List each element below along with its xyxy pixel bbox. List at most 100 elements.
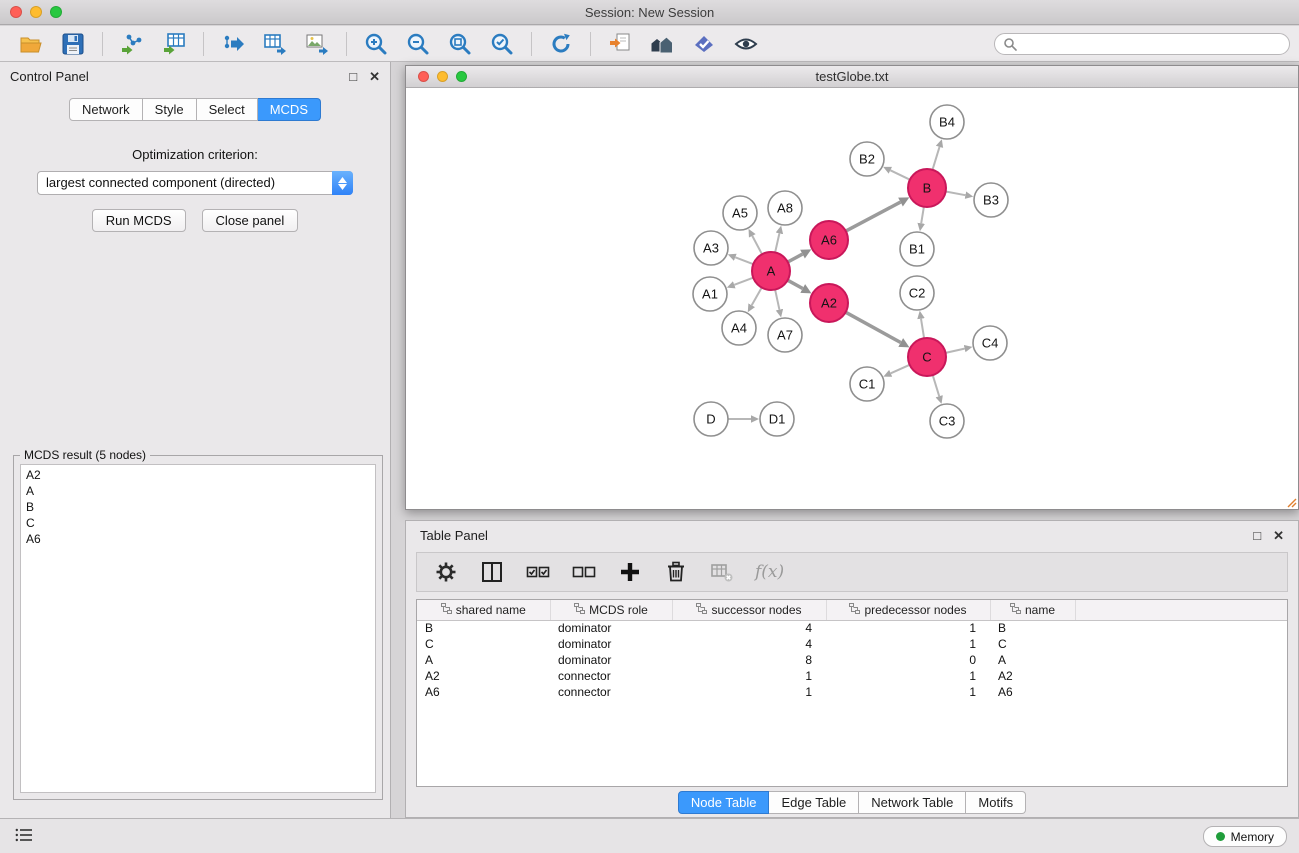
graph-edge[interactable]	[788, 254, 803, 262]
table-cell[interactable]: 1	[826, 684, 990, 700]
graph-node-C3[interactable]: C3	[930, 404, 964, 438]
open-file-button[interactable]	[16, 29, 46, 59]
table-cell[interactable]: A6	[990, 684, 1075, 700]
graph-node-A[interactable]: A	[752, 252, 790, 290]
search-field[interactable]	[994, 33, 1290, 55]
deselect-all-button[interactable]	[569, 557, 599, 587]
table-cell[interactable]: connector	[550, 684, 672, 700]
graph-node-C2[interactable]: C2	[900, 276, 934, 310]
table-tab-edge-table[interactable]: Edge Table	[769, 791, 859, 814]
zoom-selected-button[interactable]	[487, 29, 517, 59]
zoom-fit-button[interactable]	[445, 29, 475, 59]
table-cell[interactable]: A	[417, 652, 550, 668]
graph-node-A3[interactable]: A3	[694, 231, 728, 265]
table-cell[interactable]: A2	[417, 668, 550, 684]
mcds-result-item[interactable]: B	[21, 499, 375, 515]
graph-node-C[interactable]: C	[908, 338, 946, 376]
network-canvas[interactable]: B4B2BB3A8A5A6A3B1AA1C2A2A4A7C4CC1C3DD1	[406, 89, 1298, 509]
import-network-button[interactable]	[117, 29, 147, 59]
delete-table-button[interactable]	[707, 557, 737, 587]
close-panel-icon[interactable]: ✕	[369, 70, 380, 83]
graph-edge[interactable]	[921, 319, 924, 339]
table-cell[interactable]: dominator	[550, 636, 672, 652]
graph-edge[interactable]	[891, 365, 910, 374]
show-hide-button[interactable]	[731, 29, 761, 59]
table-row[interactable]: Cdominator41C	[417, 636, 1287, 652]
save-session-button[interactable]	[58, 29, 88, 59]
graph-node-D[interactable]: D	[694, 402, 728, 436]
graph-edge[interactable]	[890, 170, 910, 179]
mcds-result-list[interactable]: A2ABCA6	[20, 464, 376, 793]
graph-node-A5[interactable]: A5	[723, 196, 757, 230]
mcds-result-item[interactable]: C	[21, 515, 375, 531]
memory-button[interactable]: Memory	[1203, 826, 1287, 847]
tab-style[interactable]: Style	[143, 98, 197, 121]
graph-node-C4[interactable]: C4	[973, 326, 1007, 360]
float-table-panel-icon[interactable]: □	[1253, 529, 1261, 542]
graph-node-D1[interactable]: D1	[760, 402, 794, 436]
task-history-button[interactable]	[12, 826, 36, 847]
graph-node-A8[interactable]: A8	[768, 191, 802, 225]
graph-edge[interactable]	[788, 280, 803, 288]
column-header-name[interactable]: name	[990, 600, 1075, 620]
tab-network[interactable]: Network	[69, 98, 143, 121]
graph-edge[interactable]	[921, 207, 924, 224]
table-cell[interactable]: 4	[672, 636, 826, 652]
table-cell[interactable]: C	[417, 636, 550, 652]
function-builder-button[interactable]: f(x)	[755, 562, 784, 582]
home-network-button[interactable]	[647, 29, 677, 59]
delete-column-button[interactable]	[661, 557, 691, 587]
graph-edge[interactable]	[946, 192, 966, 196]
column-header-successor-nodes[interactable]: successor nodes	[672, 600, 826, 620]
apply-layout-button[interactable]	[546, 29, 576, 59]
table-row[interactable]: Bdominator41B	[417, 620, 1287, 636]
table-cell[interactable]: 1	[672, 668, 826, 684]
table-cell[interactable]: B	[417, 620, 550, 636]
resize-grip-icon[interactable]	[1285, 496, 1297, 508]
graph-node-A2[interactable]: A2	[810, 284, 848, 322]
search-input[interactable]	[1022, 37, 1281, 51]
run-mcds-button[interactable]: Run MCDS	[92, 209, 186, 232]
table-cell[interactable]: 1	[826, 668, 990, 684]
optimization-dropdown[interactable]: largest connected component (directed)	[37, 171, 353, 195]
table-row[interactable]: Adominator80A	[417, 652, 1287, 668]
graph-edge[interactable]	[752, 288, 762, 306]
zoom-in-button[interactable]	[361, 29, 391, 59]
table-cell[interactable]: 1	[672, 684, 826, 700]
export-network-button[interactable]	[218, 29, 248, 59]
column-header-predecessor-nodes[interactable]: predecessor nodes	[826, 600, 990, 620]
graph-edge[interactable]	[846, 202, 901, 231]
table-tab-node-table[interactable]: Node Table	[678, 791, 770, 814]
graph-edge[interactable]	[846, 312, 901, 342]
graph-node-A7[interactable]: A7	[768, 318, 802, 352]
graph-node-A4[interactable]: A4	[722, 311, 756, 345]
graph-node-A1[interactable]: A1	[693, 277, 727, 311]
graph-edge[interactable]	[734, 278, 753, 285]
graph-node-A6[interactable]: A6	[810, 221, 848, 259]
graph-node-B3[interactable]: B3	[974, 183, 1008, 217]
table-cell[interactable]: 4	[672, 620, 826, 636]
table-cell[interactable]: A	[990, 652, 1075, 668]
table-cell[interactable]: B	[990, 620, 1075, 636]
graph-node-B2[interactable]: B2	[850, 142, 884, 176]
graph-edge[interactable]	[775, 290, 779, 310]
graph-edge[interactable]	[933, 375, 940, 396]
graph-node-B4[interactable]: B4	[930, 105, 964, 139]
table-cell[interactable]: 0	[826, 652, 990, 668]
copy-document-button[interactable]	[605, 29, 635, 59]
graph-edge[interactable]	[775, 233, 779, 252]
table-cell[interactable]: dominator	[550, 652, 672, 668]
tab-mcds[interactable]: MCDS	[258, 98, 321, 121]
graph-node-C1[interactable]: C1	[850, 367, 884, 401]
create-column-button[interactable]	[615, 557, 645, 587]
table-row[interactable]: A2connector11A2	[417, 668, 1287, 684]
graph-edge[interactable]	[752, 236, 762, 254]
table-cell[interactable]: 1	[826, 620, 990, 636]
table-cell[interactable]: 8	[672, 652, 826, 668]
table-cell[interactable]: connector	[550, 668, 672, 684]
mcds-result-item[interactable]: A6	[21, 531, 375, 547]
table-cell[interactable]: A6	[417, 684, 550, 700]
close-panel-button[interactable]: Close panel	[202, 209, 299, 232]
table-cell[interactable]: 1	[826, 636, 990, 652]
float-panel-icon[interactable]: □	[349, 70, 357, 83]
